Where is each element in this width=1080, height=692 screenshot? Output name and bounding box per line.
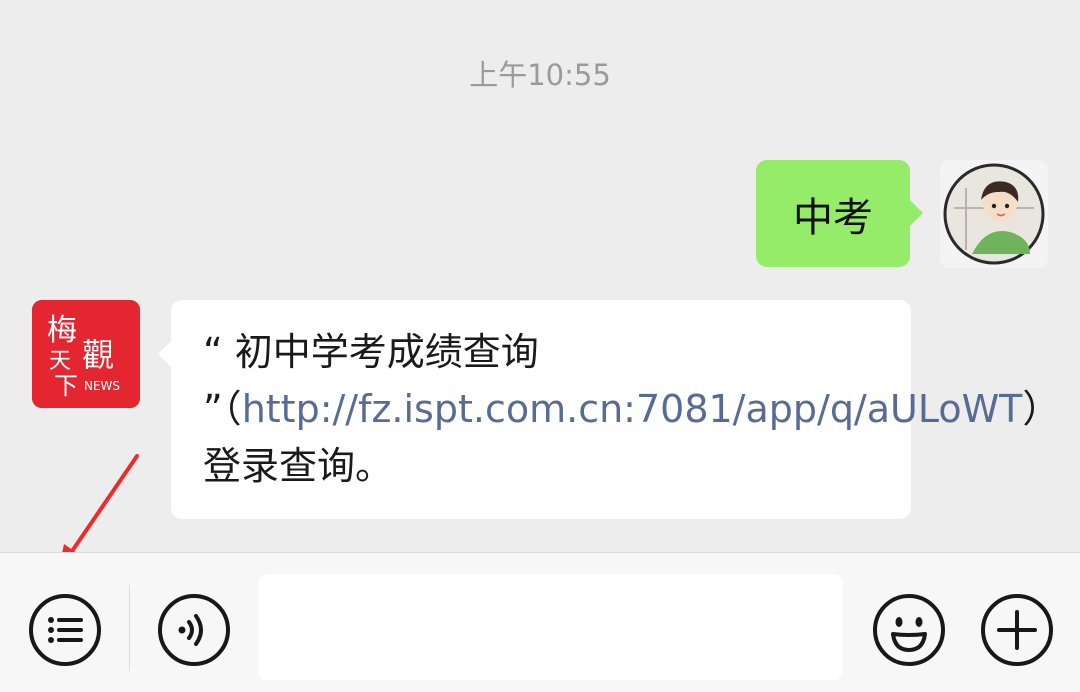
my-message-text: 中考 bbox=[793, 194, 873, 241]
my-message-bubble[interactable]: 中考 bbox=[756, 160, 923, 267]
emoji-button[interactable] bbox=[871, 592, 947, 668]
message-timestamp: 上午10:55 bbox=[469, 58, 611, 92]
input-toolbar bbox=[0, 552, 1080, 692]
voice-button[interactable] bbox=[156, 592, 232, 668]
news-logo-icon: 梅 天 觀 下 NEWS bbox=[32, 300, 140, 408]
menu-list-icon bbox=[29, 594, 101, 666]
svg-text:觀: 觀 bbox=[82, 336, 114, 374]
svg-text:下: 下 bbox=[54, 372, 78, 400]
bot-avatar[interactable]: 梅 天 觀 下 NEWS bbox=[32, 300, 140, 408]
toolbar-divider bbox=[129, 585, 130, 671]
emoji-icon bbox=[873, 594, 945, 666]
menu-list-button[interactable] bbox=[27, 592, 103, 668]
my-avatar[interactable] bbox=[940, 160, 1048, 268]
plus-icon bbox=[981, 594, 1053, 666]
score-query-link[interactable]: http://fz.ispt.com.cn:7081/app/q/aULoWT bbox=[242, 387, 1023, 431]
bot-message-bubble[interactable]: “ 初中学考成绩查询 ”（http://fz.ispt.com.cn:7081/… bbox=[158, 300, 1060, 519]
voice-icon bbox=[158, 594, 230, 666]
message-input[interactable] bbox=[258, 574, 843, 680]
svg-text:梅: 梅 bbox=[47, 313, 77, 348]
cartoon-avatar-icon bbox=[943, 163, 1045, 265]
plus-button[interactable] bbox=[979, 592, 1055, 668]
svg-text:NEWS: NEWS bbox=[84, 379, 120, 393]
svg-text:天: 天 bbox=[49, 349, 71, 374]
chat-area[interactable]: 上午10:55 中考 梅 天 觀 下 NEWS “ 初中学考成绩查询 ”（htt… bbox=[0, 0, 1080, 572]
